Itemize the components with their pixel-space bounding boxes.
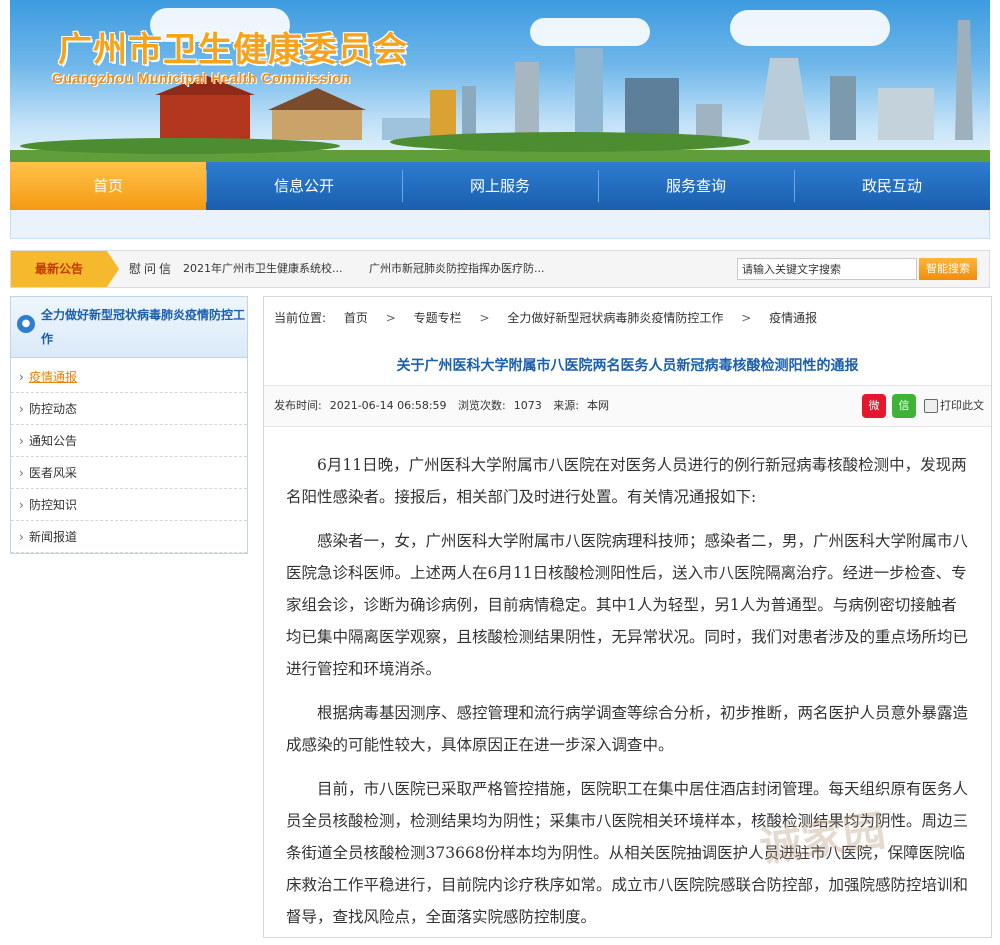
source-label: 来源: (553, 399, 579, 412)
article-paragraph: 感染者一，女，广州医科大学附属市八医院病理科技师；感染者二，男，广州医科大学附属… (286, 532, 969, 678)
sidebar-item-news-reports[interactable]: 新闻报道 (11, 521, 247, 553)
notice-bar: 最新公告 慰问信 2021年广州市卫生健康系统校... 广州市新冠肺炎防控指挥办… (10, 250, 990, 288)
breadcrumb-separator: > (479, 311, 490, 325)
publish-time-label: 发布时间: (274, 399, 322, 412)
publish-time: 2021-06-14 06:58:59 (329, 399, 447, 412)
sidebar: ● 全力做好新型冠状病毒肺炎疫情防控工作 疫情通报 防控动态 通知公告 医者风采… (10, 296, 248, 554)
weibo-icon[interactable]: 微 (862, 394, 886, 418)
sidebar-heading: 全力做好新型冠状病毒肺炎疫情防控工作 (41, 308, 246, 346)
article-paragraph: 6月11日晚，广州医科大学附属市八医院在对医务人员进行的例行新冠病毒核酸检测中，… (286, 456, 967, 506)
notice-link-condolence[interactable]: 慰问信 (129, 251, 174, 287)
nav-item-service-query[interactable]: 服务查询 (598, 162, 794, 210)
breadcrumb-prefix: 当前位置: (274, 311, 327, 325)
nav-item-interaction[interactable]: 政民互动 (794, 162, 990, 210)
nav-item-home[interactable]: 首页 (10, 162, 206, 210)
wechat-icon[interactable]: 信 (892, 394, 916, 418)
search-button[interactable]: 智能搜索 (919, 258, 977, 280)
notice-link[interactable]: 广州市新冠肺炎防控指挥办医疗防... (369, 251, 545, 287)
sidebar-item-medics[interactable]: 医者风采 (11, 457, 247, 489)
breadcrumb-link-home[interactable]: 首页 (344, 311, 368, 325)
sub-nav-bar (10, 210, 990, 239)
sidebar-item-prevention-knowledge[interactable]: 防控知识 (11, 489, 247, 521)
breadcrumb: 当前位置: 首页 > 专题专栏 > 全力做好新型冠状病毒肺炎疫情防控工作 > 疫… (274, 309, 831, 326)
source: 本网 (586, 399, 609, 412)
breadcrumb-separator: > (741, 311, 752, 325)
sidebar-item-prevention-news[interactable]: 防控动态 (11, 393, 247, 425)
site-title-english: Guangzhou Municipal Health Commission (52, 70, 351, 86)
chat-bubble-icon: ● (17, 315, 35, 333)
sidebar-item-announcements[interactable]: 通知公告 (11, 425, 247, 457)
article-title: 关于广州医科大学附属市八医院两名医务人员新冠病毒核酸检测阳性的通报 (396, 358, 859, 374)
notice-link[interactable]: 2021年广州市卫生健康系统校... (183, 251, 342, 287)
notice-tag: 最新公告 (11, 251, 107, 287)
site-title: 广州市卫生健康委员会 (58, 30, 408, 70)
nav-item-info-disclosure[interactable]: 信息公开 (206, 162, 402, 210)
views-count: 1073 (513, 399, 542, 412)
sidebar-item-epidemic-report[interactable]: 疫情通报 (11, 361, 247, 393)
article-meta-bar: 发布时间: 2021-06-14 06:58:59 浏览次数: 1073 来源: 本网… (264, 385, 991, 427)
notice-tag-arrow (107, 251, 119, 287)
breadcrumb-separator: > (385, 311, 396, 325)
article-paragraph: 根据病毒基因测序、感控管理和流行病学调查等综合分析，初步推断，两名医护人员意外暴… (286, 704, 969, 754)
sidebar-header: ● 全力做好新型冠状病毒肺炎疫情防控工作 (11, 297, 247, 358)
views-label: 浏览次数: (458, 399, 506, 412)
article-meta: 发布时间: 2021-06-14 06:58:59 浏览次数: 1073 来源: 本网 (274, 386, 617, 426)
breadcrumb-link-epidemic-report[interactable]: 疫情通报 (769, 311, 817, 325)
breadcrumb-link-topics[interactable]: 专题专栏 (414, 311, 462, 325)
site-banner: 广州市卫生健康委员会 Guangzhou Municipal Health Co… (10, 0, 990, 162)
search-input[interactable]: 请输入关键文字搜索 (737, 258, 917, 280)
printer-icon[interactable] (924, 399, 938, 413)
print-button[interactable]: 打印此文 (940, 386, 984, 426)
breadcrumb-link-covid-prevention[interactable]: 全力做好新型冠状病毒肺炎疫情防控工作 (507, 311, 723, 325)
nav-item-online-service[interactable]: 网上服务 (402, 162, 598, 210)
main-nav: 首页 信息公开 网上服务 服务查询 政民互动 (10, 162, 990, 210)
